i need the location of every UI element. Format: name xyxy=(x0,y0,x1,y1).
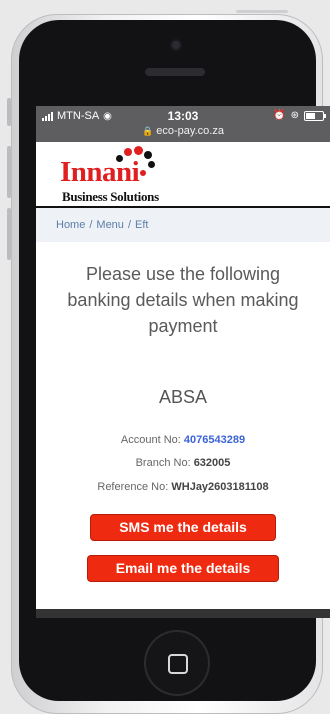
account-number[interactable]: 4076543289 xyxy=(184,434,245,446)
breadcrumb-separator: / xyxy=(127,219,131,231)
battery-icon xyxy=(304,110,326,121)
url-text: eco-pay.co.za xyxy=(156,125,224,137)
breadcrumb-eft: Eft xyxy=(135,219,149,231)
account-number-row: Account No: 4076543289 xyxy=(36,434,330,446)
branch-number-row: Branch No: 632005 xyxy=(36,457,330,469)
camera-icon xyxy=(172,41,180,49)
reference-number-row: Reference No: WHJay2603181108 xyxy=(36,481,330,493)
home-button[interactable] xyxy=(146,632,208,694)
instructions-text: Please use the following banking details… xyxy=(67,264,299,336)
logo[interactable]: Innani Business Solutions xyxy=(60,146,190,204)
logo-name: Innani xyxy=(60,156,140,188)
lock-icon: 🔒 xyxy=(142,126,154,136)
branch-label: Branch No: xyxy=(135,457,191,469)
home-square-icon xyxy=(168,654,188,674)
sms-details-button[interactable]: SMS me the details xyxy=(90,514,276,541)
site-header: Innani Business Solutions xyxy=(36,142,330,208)
breadcrumb-menu[interactable]: Menu xyxy=(96,219,124,231)
volume-up-button xyxy=(7,146,11,198)
email-details-button[interactable]: Email me the details xyxy=(87,555,279,582)
alarm-icon: ⏰ xyxy=(273,110,286,121)
reference-number: WHJay2603181108 xyxy=(171,481,269,493)
power-button xyxy=(236,10,288,13)
mute-switch xyxy=(7,98,11,126)
speaker-grille xyxy=(145,68,205,76)
breadcrumb: Home / Menu / Eft xyxy=(36,208,330,242)
volume-down-button xyxy=(7,208,11,260)
screen-bottom-bar xyxy=(36,609,330,618)
payment-details: Please use the following banking details… xyxy=(36,261,330,582)
breadcrumb-home[interactable]: Home xyxy=(56,219,85,231)
bank-name: ABSA xyxy=(158,387,208,407)
status-bar: MTN-SA ◉ 13:03 🔒 eco-pay.co.za ⏰ ⊛ xyxy=(36,106,330,142)
logo-tagline: Business Solutions xyxy=(62,189,159,204)
phone-screen: MTN-SA ◉ 13:03 🔒 eco-pay.co.za ⏰ ⊛ Innani… xyxy=(36,106,330,618)
status-right: ⏰ ⊛ xyxy=(273,110,326,121)
reference-label: Reference No: xyxy=(97,481,169,493)
branch-number: 632005 xyxy=(193,457,231,469)
bluetooth-icon: ⊛ xyxy=(290,110,299,121)
breadcrumb-separator: / xyxy=(89,219,93,231)
address-bar[interactable]: 🔒 eco-pay.co.za xyxy=(36,125,330,137)
account-label: Account No: xyxy=(120,434,181,446)
